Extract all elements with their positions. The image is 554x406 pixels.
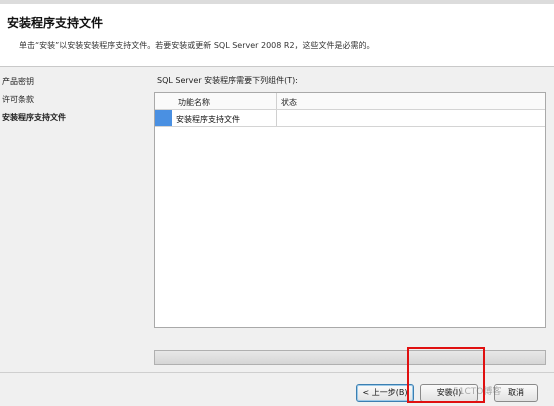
sidebar-item-license-terms[interactable]: 许可条款 [2, 94, 34, 105]
sidebar-item-product-key[interactable]: 产品密钥 [2, 76, 34, 87]
sidebar-item-setup-support-files[interactable]: 安装程序支持文件 [2, 112, 66, 123]
grid-header: 功能名称 状态 [155, 93, 545, 110]
components-label: SQL Server 安装程序需要下列组件(T): [157, 76, 298, 85]
table-row[interactable]: 安装程序支持文件 [155, 110, 545, 127]
page-header: 安装程序支持文件 单击“安装”以安装安装程序支持文件。若要安装或更新 SQL S… [0, 4, 554, 67]
row-feature-cell: 安装程序支持文件 [176, 115, 240, 124]
page-description: 单击“安装”以安装安装程序支持文件。若要安装或更新 SQL Server 200… [19, 41, 375, 50]
column-header-status[interactable]: 状态 [281, 97, 297, 108]
components-grid[interactable]: 功能名称 状态 安装程序支持文件 [154, 92, 546, 328]
page-title: 安装程序支持文件 [7, 16, 104, 30]
row-selector[interactable] [155, 110, 172, 126]
column-header-feature[interactable]: 功能名称 [178, 97, 210, 108]
column-divider [276, 110, 277, 126]
install-progress-bar [154, 350, 546, 365]
steps-sidebar: 产品密钥 许可条款 安装程序支持文件 [0, 70, 140, 370]
watermark: @51CTO博客 [444, 387, 502, 397]
column-divider [276, 93, 277, 109]
back-button[interactable]: < 上一步(B) [356, 384, 414, 402]
